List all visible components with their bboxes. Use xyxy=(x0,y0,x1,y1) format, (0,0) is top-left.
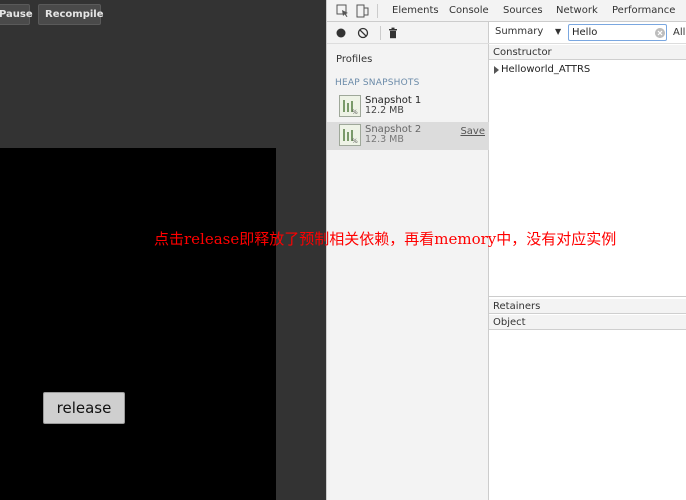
class-filter-input[interactable] xyxy=(568,24,667,41)
profiles-label: Profiles xyxy=(336,54,373,65)
snapshot-icon: % xyxy=(339,95,361,117)
retainers-header: Retainers xyxy=(489,299,686,314)
view-select[interactable]: Summary xyxy=(495,26,543,37)
profiles-sidebar: Profiles HEAP SNAPSHOTS % Snapshot 1 12.… xyxy=(327,22,489,500)
devtools-toolbar: Elements Console Sources Network Perform… xyxy=(327,0,686,22)
snapshot-view-controls: Summary ▼ All xyxy=(489,22,686,44)
record-icon[interactable] xyxy=(335,27,347,39)
release-button[interactable]: release xyxy=(43,392,125,424)
toolbar-divider xyxy=(377,4,378,18)
tab-performance[interactable]: Performance xyxy=(612,0,675,22)
svg-text:%: % xyxy=(352,138,358,145)
snapshot-item[interactable]: % Snapshot 1 12.2 MB xyxy=(327,93,489,121)
inspect-element-icon[interactable] xyxy=(336,4,350,18)
table-row[interactable]: Helloworld_ATTRS xyxy=(489,62,686,78)
recompile-button[interactable]: Recompile xyxy=(38,4,104,25)
dropdown-arrow-icon[interactable]: ▼ xyxy=(555,27,561,36)
trash-icon[interactable] xyxy=(387,27,399,39)
split-divider[interactable] xyxy=(489,296,686,297)
tab-console[interactable]: Console xyxy=(449,0,489,22)
svg-text:%: % xyxy=(352,109,358,116)
constructor-column-header[interactable]: Constructor xyxy=(489,45,686,60)
save-snapshot-link[interactable]: Save xyxy=(460,126,485,137)
snapshot-view: Summary ▼ All Constructor Helloworld_ATT… xyxy=(489,22,686,500)
annotation-text: 点击release即释放了预制相关依赖，再看memory中，没有对应实例 xyxy=(154,230,617,248)
device-toolbar-icon[interactable] xyxy=(355,4,369,18)
controls-divider xyxy=(380,26,381,40)
snapshot-item-selected[interactable]: % Snapshot 2 12.3 MB Save xyxy=(327,122,489,150)
snapshot-size: 12.3 MB xyxy=(365,134,404,145)
tab-network[interactable]: Network xyxy=(556,0,598,22)
object-column-header[interactable]: Object xyxy=(489,315,686,330)
snapshot-size: 12.2 MB xyxy=(365,105,404,116)
pause-button[interactable]: Pause xyxy=(0,4,33,25)
devtools-panel: Elements Console Sources Network Perform… xyxy=(326,0,686,500)
game-preview-pane: Pause Recompile release xyxy=(0,0,326,500)
tab-elements[interactable]: Elements xyxy=(392,0,439,22)
heap-snapshots-header: HEAP SNAPSHOTS xyxy=(335,78,420,88)
scope-select[interactable]: All xyxy=(673,27,685,38)
game-canvas[interactable] xyxy=(0,148,276,500)
clear-filter-icon[interactable] xyxy=(655,28,665,38)
snapshot-icon: % xyxy=(339,124,361,146)
clear-all-icon[interactable] xyxy=(357,27,369,39)
profiler-controls xyxy=(327,22,489,44)
tab-sources[interactable]: Sources xyxy=(503,0,543,22)
